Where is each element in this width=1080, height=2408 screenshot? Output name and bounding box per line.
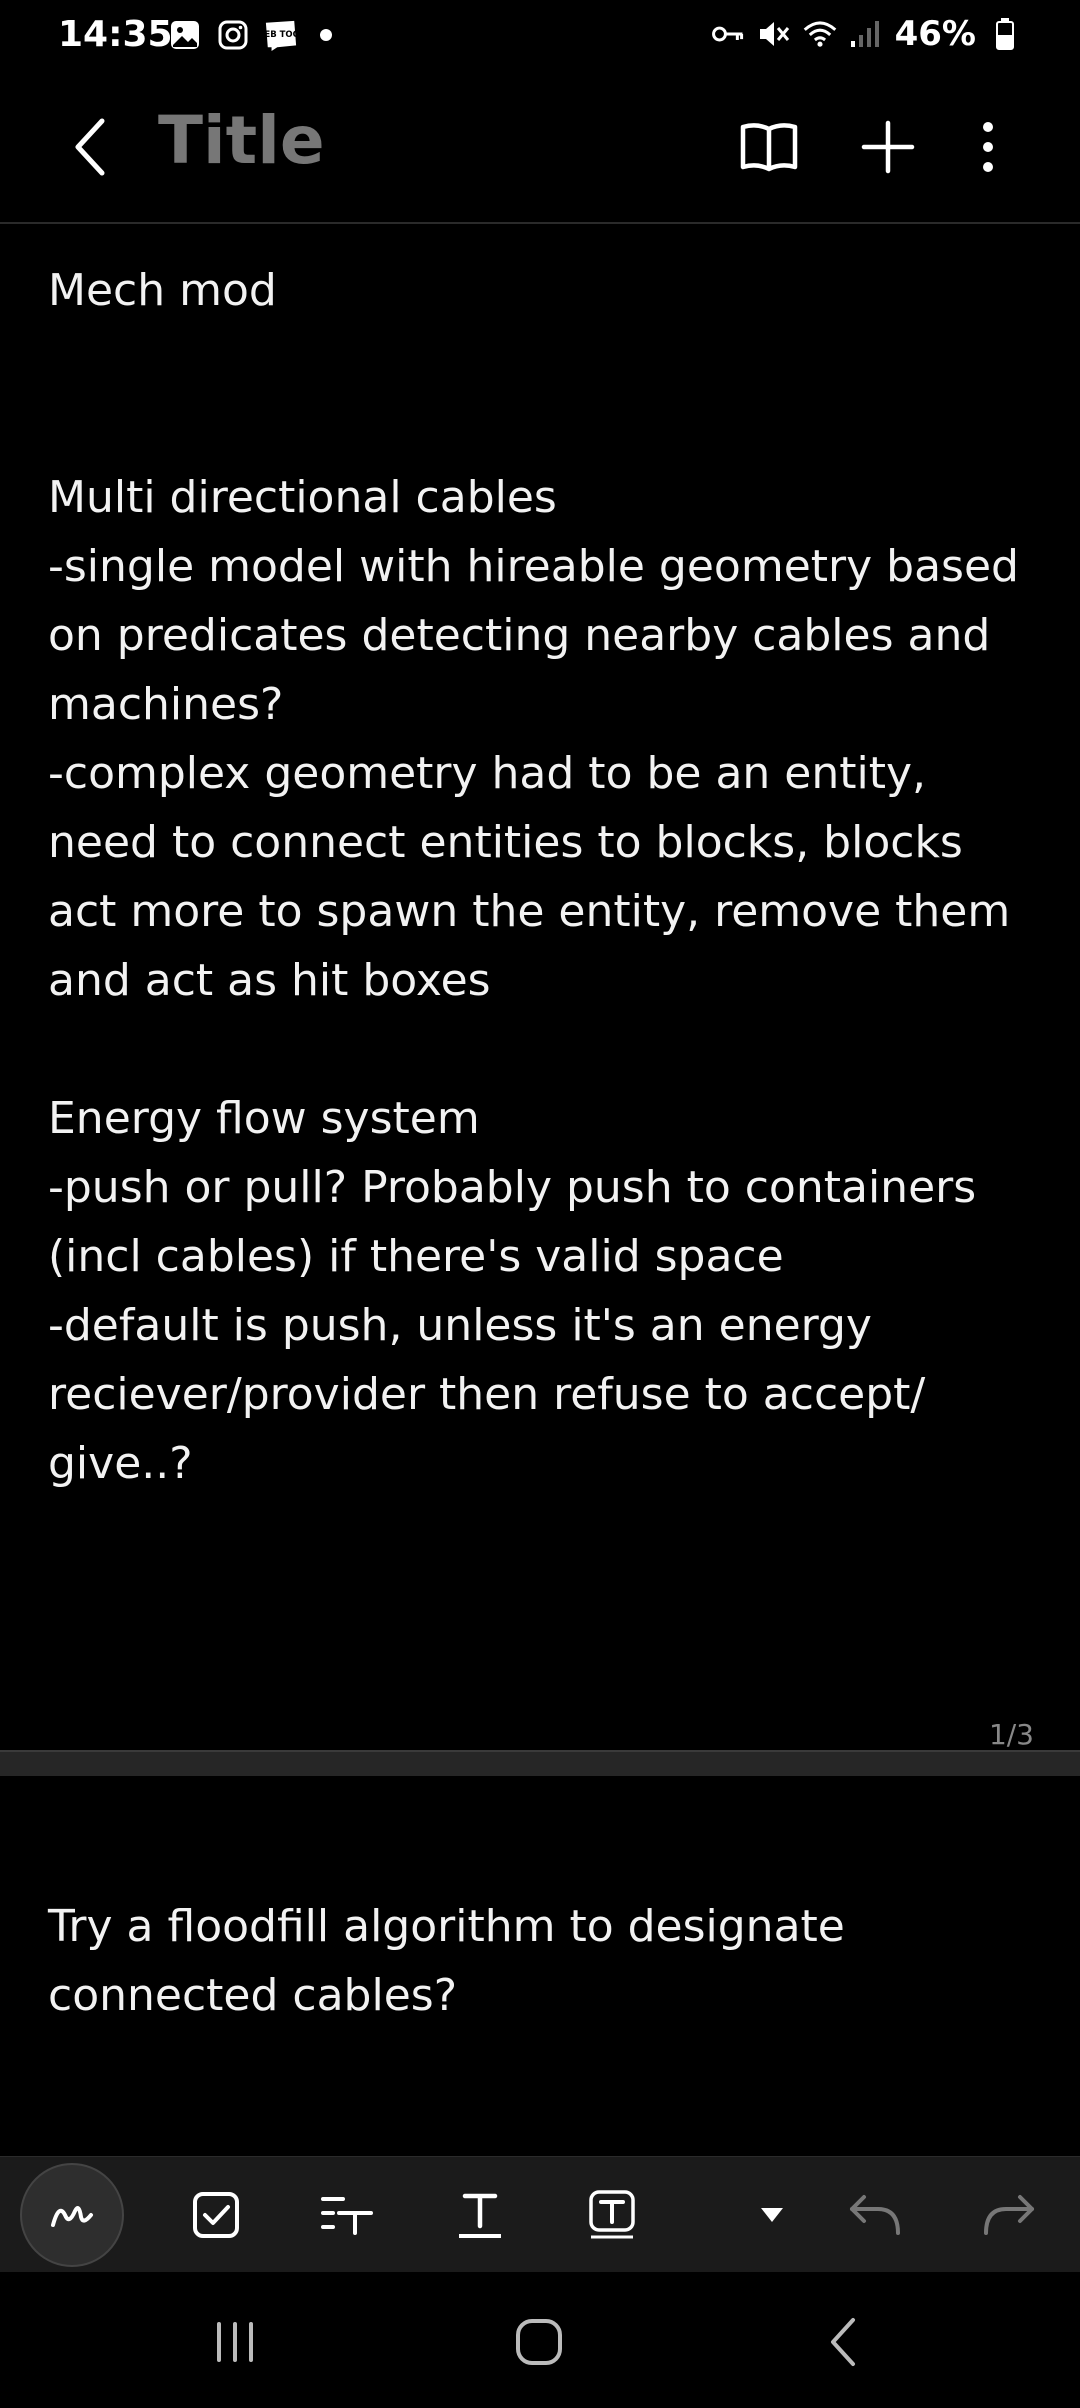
note-line xyxy=(48,325,1038,394)
note-body-page-2[interactable]: Try a floodfill algorithm to designate co… xyxy=(48,1892,1038,2030)
note-line: Try a floodfill algorithm to designate xyxy=(48,1901,845,1952)
pen-button[interactable] xyxy=(20,2163,124,2267)
battery-percent: 46% xyxy=(894,14,976,54)
note-line: Energy flow system xyxy=(48,1093,480,1144)
plus-icon xyxy=(861,120,915,174)
note-line: -single model with hireable geometry bas… xyxy=(48,541,1019,592)
note-line: (incl cables) if there's valid space xyxy=(48,1231,784,1282)
status-bar: 14:35 WEB TOON 46% xyxy=(0,0,1080,72)
home-icon xyxy=(516,2319,562,2365)
home-button[interactable] xyxy=(494,2302,584,2382)
text-box-icon xyxy=(589,2190,635,2239)
note-line: act more to spawn the entity, remove the… xyxy=(48,886,1011,937)
undo-icon xyxy=(850,2195,900,2235)
checkbox-button[interactable] xyxy=(168,2167,264,2263)
navigation-bar xyxy=(0,2272,1080,2408)
note-page-2[interactable]: Try a floodfill algorithm to designate co… xyxy=(0,1776,1080,2156)
pen-icon xyxy=(51,2206,93,2227)
note-line: connected cables? xyxy=(48,1970,458,2021)
note-line: and act as hit boxes xyxy=(48,955,491,1006)
wifi-icon xyxy=(803,17,837,51)
note-title[interactable]: Title xyxy=(158,102,325,179)
text-style-button[interactable] xyxy=(432,2167,528,2263)
text-box-button[interactable] xyxy=(564,2167,660,2263)
text-underline-icon xyxy=(459,2193,501,2238)
note-line: Multi directional cables xyxy=(48,472,557,523)
note-line: -push or pull? Probably push to containe… xyxy=(48,1162,977,1213)
note-line: give..? xyxy=(48,1438,193,1489)
page-indicator: 1/3 xyxy=(988,1718,1034,1751)
more-vertical-icon xyxy=(983,122,993,172)
redo-icon xyxy=(984,2195,1034,2235)
webtoon-icon: WEB TOON xyxy=(264,18,298,52)
note-line: -complex geometry had to be an entity, xyxy=(48,748,927,799)
mute-icon xyxy=(757,17,791,51)
chevron-left-icon xyxy=(75,118,105,176)
dropdown-arrow-icon xyxy=(761,2208,783,2222)
status-right-icons: 46% xyxy=(711,14,1022,54)
nav-back-button[interactable] xyxy=(798,2302,888,2382)
back-button[interactable] xyxy=(60,112,120,182)
app-header: Title xyxy=(0,72,1080,222)
note-line: Mech mod xyxy=(48,265,277,316)
back-icon xyxy=(831,2318,855,2366)
recent-apps-icon xyxy=(217,2322,253,2362)
add-button[interactable] xyxy=(853,112,923,182)
notification-dot-icon xyxy=(320,29,332,41)
key-icon xyxy=(711,17,745,51)
note-line xyxy=(48,394,1038,463)
reading-mode-button[interactable] xyxy=(734,112,804,182)
status-time: 14:35 xyxy=(58,14,173,55)
text-format-button[interactable] xyxy=(300,2167,396,2263)
webtoon-label: WEB TOON xyxy=(264,30,298,40)
battery-icon xyxy=(988,17,1022,51)
note-line: need to connect entities to blocks, bloc… xyxy=(48,817,963,868)
undo-button[interactable] xyxy=(828,2167,924,2263)
note-body-page-1[interactable]: Mech mod Multi directional cables -single… xyxy=(48,256,1038,1498)
instagram-icon xyxy=(216,18,250,52)
note-page-1[interactable]: Mech mod Multi directional cables -single… xyxy=(0,224,1080,1751)
recent-apps-button[interactable] xyxy=(190,2302,280,2382)
more-options-button[interactable] xyxy=(953,112,1023,182)
book-icon xyxy=(740,123,798,172)
note-line xyxy=(48,1015,1038,1084)
note-line: machines? xyxy=(48,679,284,730)
gallery-icon xyxy=(168,18,202,52)
redo-button[interactable] xyxy=(960,2167,1056,2263)
checkbox-icon xyxy=(193,2192,239,2238)
text-format-icon xyxy=(321,2197,373,2235)
status-left-icons: WEB TOON xyxy=(168,18,332,52)
note-line: -default is push, unless it's an energy xyxy=(48,1300,872,1351)
more-tools-dropdown[interactable] xyxy=(724,2167,820,2263)
note-line: on predicates detecting nearby cables an… xyxy=(48,610,991,661)
editor-toolbar xyxy=(0,2156,1080,2273)
note-line: reciever/provider then refuse to accept/ xyxy=(48,1369,926,1420)
signal-icon xyxy=(849,17,883,51)
page-separator xyxy=(0,1750,1080,1776)
